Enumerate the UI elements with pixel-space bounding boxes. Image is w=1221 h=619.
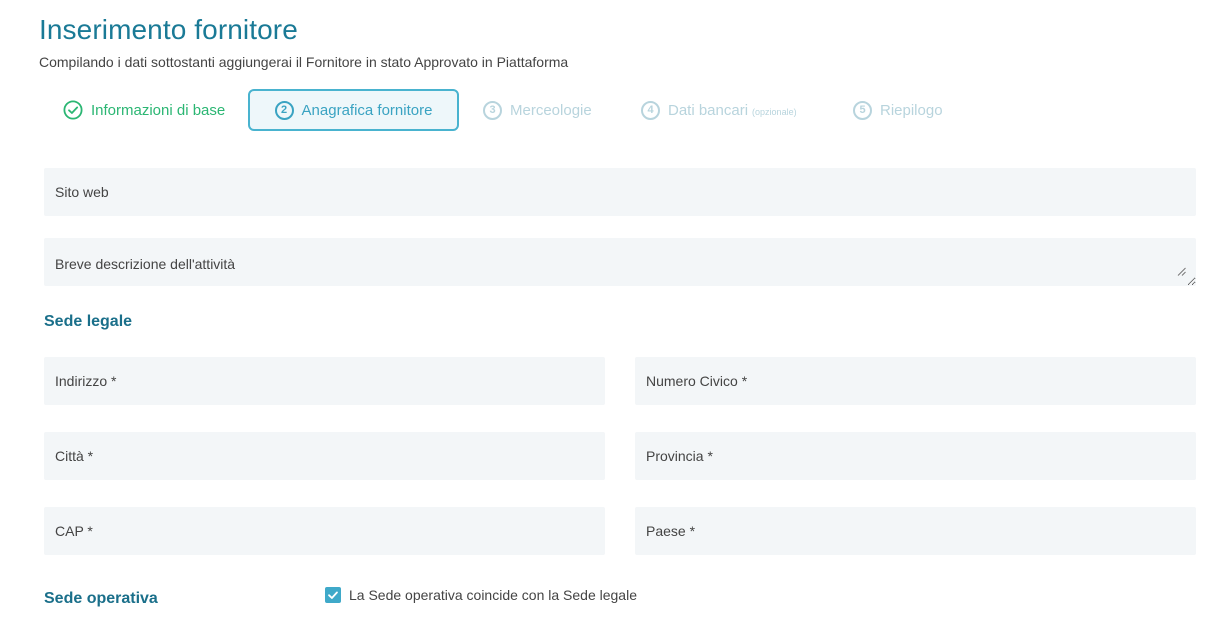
page-subtitle: Compilando i dati sottostanti aggiungera… (39, 54, 569, 70)
same-as-legal-checkbox[interactable] (325, 587, 341, 603)
website-input[interactable] (44, 168, 1196, 216)
step-label: Anagrafica fornitore (301, 101, 433, 119)
street-number-field-wrapper (635, 357, 1196, 405)
section-title-sede-legale: Sede legale (44, 313, 133, 330)
country-input[interactable] (635, 507, 1196, 555)
zip-field-wrapper (44, 507, 605, 555)
step-number-4-icon: 4 (641, 100, 660, 120)
check-circle-icon (63, 100, 83, 120)
address-field-wrapper (44, 357, 605, 405)
stepper: Informazioni di base 2 Anagrafica fornit… (0, 89, 1221, 131)
step-anagrafica-fornitore[interactable]: 2 Anagrafica fornitore (248, 89, 459, 131)
resize-grip-icon[interactable] (1177, 267, 1186, 276)
step-merceologie[interactable]: 3 Merceologie (483, 89, 592, 131)
step-riepilogo[interactable]: 5 Riepilogo (853, 89, 943, 131)
step-dati-bancari[interactable]: 4 Dati bancari (opzionale) (641, 89, 797, 131)
step-informazioni-di-base[interactable]: Informazioni di base (63, 89, 225, 131)
description-field-wrapper (44, 238, 1196, 286)
step-label: Riepilogo (880, 101, 943, 119)
checkmark-icon (328, 591, 338, 599)
step-label: Merceologie (510, 101, 592, 119)
page-title: Inserimento fornitore (39, 14, 298, 45)
city-field-wrapper (44, 432, 605, 480)
step-optional-note: (opzionale) (752, 106, 797, 117)
street-number-input[interactable] (635, 357, 1196, 405)
step-number-3-icon: 3 (483, 100, 502, 120)
zip-input[interactable] (44, 507, 605, 555)
step-label: Dati bancari (opzionale) (668, 102, 797, 119)
description-textarea[interactable] (44, 238, 1196, 286)
website-field-wrapper (44, 168, 1196, 216)
province-field-wrapper (635, 432, 1196, 480)
city-input[interactable] (44, 432, 605, 480)
same-as-legal-checkbox-row[interactable]: La Sede operativa coincide con la Sede l… (325, 587, 637, 603)
step-number-2-icon: 2 (274, 100, 294, 120)
province-input[interactable] (635, 432, 1196, 480)
country-field-wrapper (635, 507, 1196, 555)
same-as-legal-label: La Sede operativa coincide con la Sede l… (349, 587, 637, 603)
step-label-text: Dati bancari (668, 101, 749, 119)
step-number-5-icon: 5 (853, 100, 872, 120)
section-title-sede-operativa: Sede operativa (44, 590, 158, 607)
step-label: Informazioni di base (91, 101, 226, 119)
address-input[interactable] (44, 357, 605, 405)
